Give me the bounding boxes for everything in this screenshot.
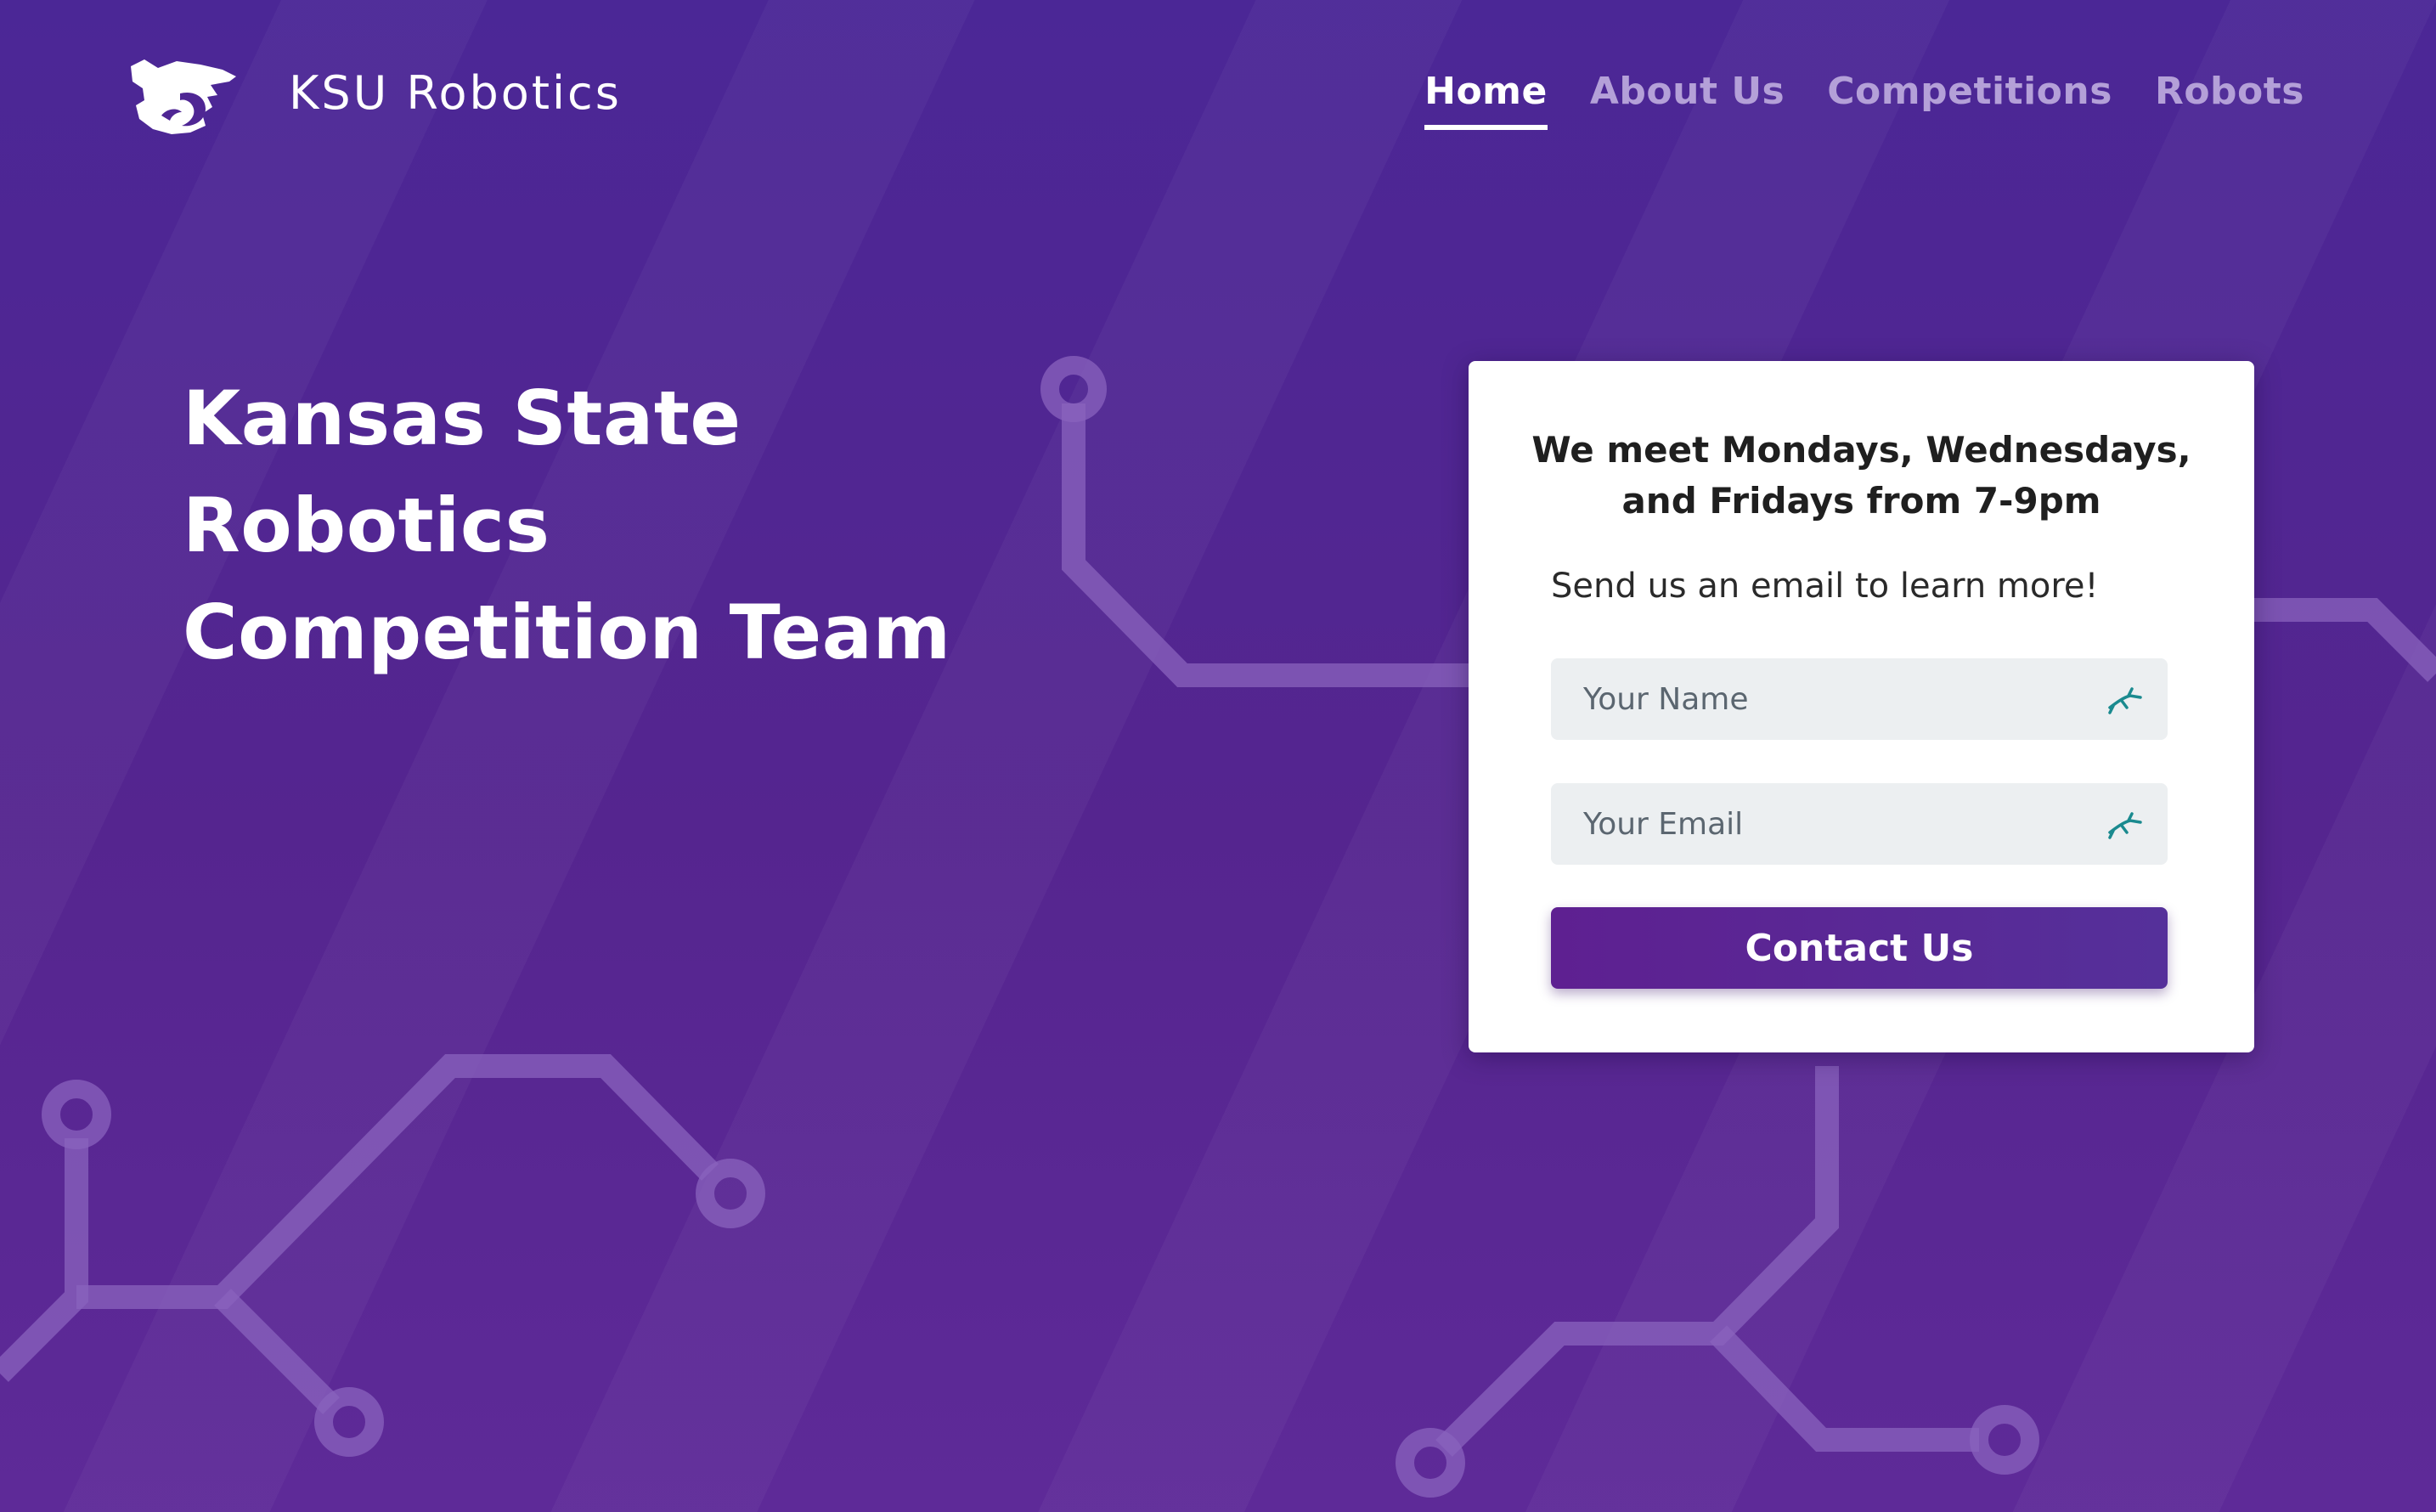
main-nav: Home About Us Competitions Robots (1424, 70, 2304, 130)
autofill-extension-icon[interactable] (2106, 682, 2144, 716)
nav-about-us[interactable]: About Us (1590, 70, 1785, 130)
nav-competitions[interactable]: Competitions (1827, 70, 2112, 130)
site-header: KSU Robotics Home About Us Competitions … (0, 0, 2436, 195)
nav-robots[interactable]: Robots (2155, 70, 2304, 130)
hero-title-line-2: Competition Team (183, 589, 951, 676)
nav-home[interactable]: Home (1424, 70, 1548, 130)
meeting-times-heading: We meet Mondays, Wednesdays, and Fridays… (1520, 425, 2203, 527)
email-field-wrapper (1551, 783, 2168, 865)
email-input[interactable] (1551, 783, 2168, 865)
hero-title: Kansas State Robotics Competition Team (183, 365, 1134, 686)
contact-us-button[interactable]: Contact Us (1551, 907, 2168, 989)
site-brand-name[interactable]: KSU Robotics (289, 66, 622, 120)
name-field-wrapper (1551, 658, 2168, 740)
meeting-times-line-1: We meet Mondays, Wednesdays, (1531, 429, 2191, 471)
name-input[interactable] (1551, 658, 2168, 740)
email-prompt-text: Send us an email to learn more! (1551, 567, 2099, 606)
wildcat-logo-icon[interactable] (127, 56, 238, 138)
autofill-extension-icon[interactable] (2106, 807, 2144, 841)
contact-card: We meet Mondays, Wednesdays, and Fridays… (1469, 361, 2254, 1052)
hero-title-line-1: Kansas State Robotics (183, 375, 742, 569)
meeting-times-line-2: and Fridays from 7-9pm (1621, 480, 2101, 522)
